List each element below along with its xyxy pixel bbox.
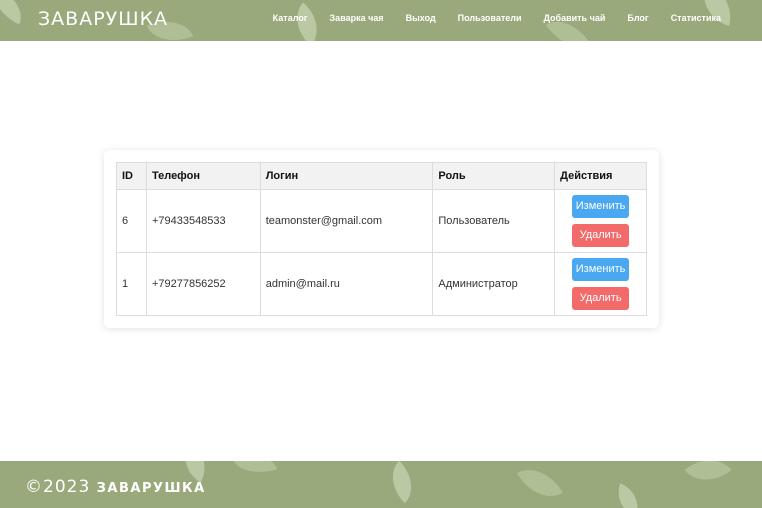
- cell-phone: +79433548533: [145, 189, 261, 253]
- cell-actions: Изменить Удалить: [554, 189, 647, 253]
- table-row: 6 +79433548533 teamonster@gmail.com Поль…: [116, 189, 647, 253]
- cell-role: Пользователь: [432, 189, 556, 253]
- delete-button[interactable]: Удалить: [572, 224, 630, 247]
- cell-login: admin@mail.ru: [259, 252, 434, 316]
- site-footer: ©2023 ЗАВАРУШКА: [0, 461, 762, 508]
- main-nav: Каталог Заварка чая Выход Пользователи Д…: [251, 13, 721, 23]
- cell-login: teamonster@gmail.com: [259, 189, 434, 253]
- cell-phone: +79277856252: [145, 252, 261, 316]
- leaf-decoration: [232, 461, 278, 480]
- column-header-actions: Действия: [554, 162, 647, 190]
- footer-copyright: ©2023 ЗАВАРУШКА: [25, 477, 206, 497]
- page: ЗАВАРУШКА Каталог Заварка чая Выход Поль…: [0, 0, 762, 508]
- nav-statistics[interactable]: Статистика: [671, 13, 721, 23]
- cell-id: 6: [116, 189, 147, 253]
- nav-blog[interactable]: Блог: [627, 13, 648, 23]
- column-header-login: Логин: [259, 162, 434, 190]
- cell-role: Администратор: [432, 252, 556, 316]
- edit-button[interactable]: Изменить: [572, 195, 630, 218]
- site-header: ЗАВАРУШКА Каталог Заварка чая Выход Поль…: [0, 0, 762, 41]
- nav-catalog[interactable]: Каталог: [273, 13, 308, 23]
- leaf-decoration: [684, 461, 732, 494]
- edit-button[interactable]: Изменить: [572, 258, 630, 281]
- leaf-decoration: [380, 461, 424, 504]
- cell-id: 1: [116, 252, 147, 316]
- leaf-decoration: [0, 0, 30, 25]
- nav-add-tea[interactable]: Добавить чай: [544, 13, 606, 23]
- nav-logout[interactable]: Выход: [406, 13, 436, 23]
- leaf-decoration: [611, 483, 645, 508]
- footer-brand: ЗАВАРУШКА: [96, 481, 206, 496]
- column-header-id: ID: [116, 162, 147, 190]
- footer-year: ©2023: [25, 477, 91, 497]
- nav-tea-brewing[interactable]: Заварка чая: [330, 13, 384, 23]
- users-table: ID Телефон Логин Роль Действия 6 +794335…: [116, 162, 647, 316]
- leaf-decoration: [517, 461, 563, 508]
- cell-actions: Изменить Удалить: [554, 252, 647, 316]
- table-header-row: ID Телефон Логин Роль Действия: [116, 162, 647, 190]
- nav-users[interactable]: Пользователи: [458, 13, 522, 23]
- column-header-phone: Телефон: [145, 162, 261, 190]
- site-logo[interactable]: ЗАВАРУШКА: [38, 8, 168, 30]
- users-card: ID Телефон Логин Роль Действия 6 +794335…: [104, 150, 659, 328]
- table-row: 1 +79277856252 admin@mail.ru Администрат…: [116, 252, 647, 316]
- delete-button[interactable]: Удалить: [572, 287, 630, 310]
- column-header-role: Роль: [432, 162, 556, 190]
